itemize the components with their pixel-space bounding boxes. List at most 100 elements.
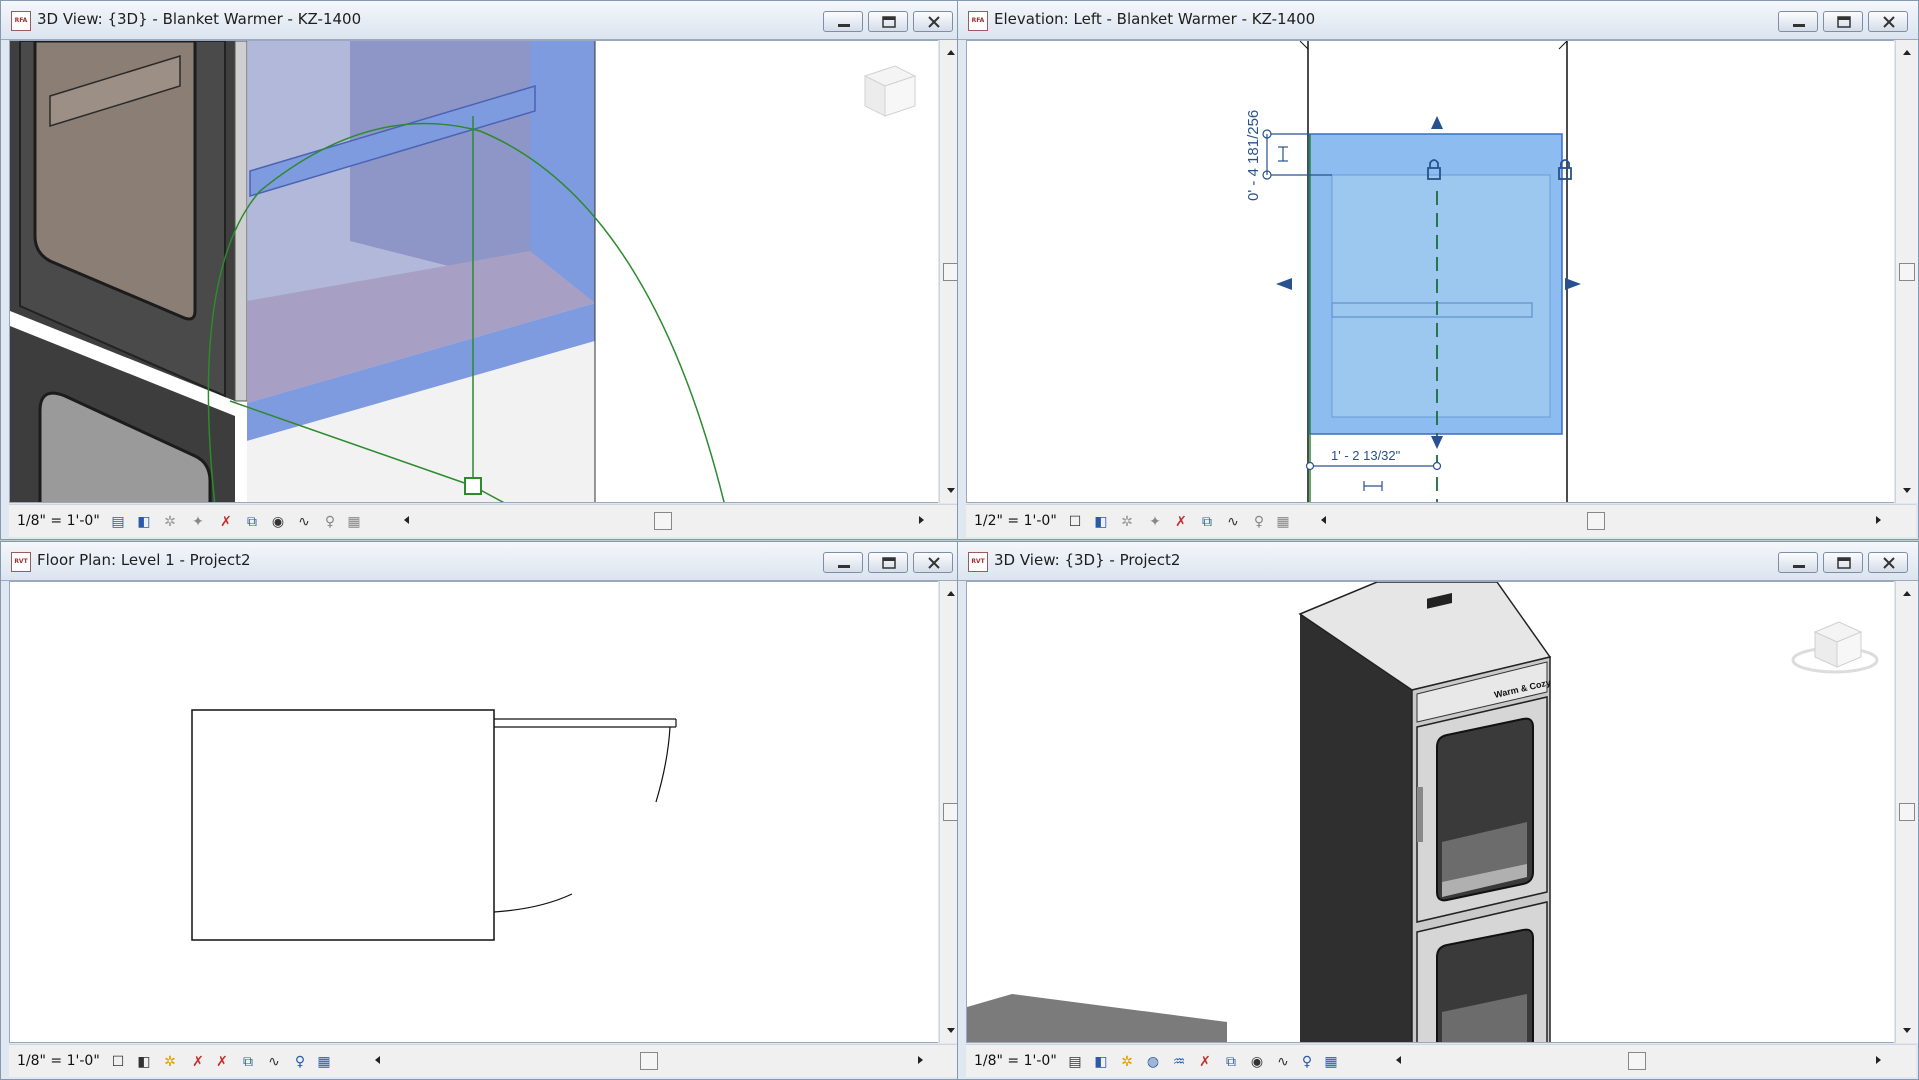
scroll-right-icon[interactable] [918,1056,923,1064]
sun-path-icon[interactable]: ✲ [161,1053,179,1071]
temp-hide-icon[interactable]: ∿ [1224,513,1242,531]
scroll-down-icon[interactable] [947,488,955,493]
restore-button[interactable] [1823,552,1863,573]
window-titlebar[interactable]: RVT Floor Plan: Level 1 - Project2 [1,542,962,581]
shadows-icon[interactable]: ✦ [189,513,207,531]
reveal-hidden-icon[interactable]: ♀ [291,1053,309,1071]
close-button[interactable] [1868,552,1908,573]
detail-level-icon[interactable]: ▤ [109,513,127,531]
lock-view-icon[interactable]: ◉ [269,513,287,531]
view-scale[interactable]: 1/8" = 1'-0" [17,1053,100,1069]
detail-level-icon[interactable]: ☐ [109,1053,127,1071]
view-window-elevation-left[interactable]: RFA Elevation: Left - Blanket Warmer - K… [957,0,1919,540]
scroll-right-icon[interactable] [1876,1056,1881,1064]
vertical-scrollbar[interactable] [1895,40,1918,503]
scroll-right-icon[interactable] [919,516,924,524]
horizontal-scrollbar[interactable] [375,1052,923,1070]
shadows-icon[interactable]: ✦ [1146,513,1164,531]
minimize-button[interactable] [823,11,863,32]
view-scale[interactable]: 1/8" = 1'-0" [974,1053,1057,1069]
sun-path-icon[interactable]: ✲ [1118,513,1136,531]
visual-style-icon[interactable]: ◧ [1092,1053,1110,1071]
scroll-down-icon[interactable] [947,1028,955,1033]
visual-style-icon[interactable]: ◧ [135,513,153,531]
horizontal-scrollbar[interactable] [1396,1052,1881,1070]
minimize-button[interactable] [1778,552,1818,573]
scroll-up-icon[interactable] [947,50,955,55]
sun-path-icon[interactable]: ✲ [161,513,179,531]
close-button[interactable] [1868,11,1908,32]
scroll-left-icon[interactable] [404,516,409,524]
scroll-right-icon[interactable] [1876,516,1881,524]
drawing-area[interactable] [9,40,938,503]
restore-icon [882,557,896,569]
scroll-down-icon[interactable] [1903,1028,1911,1033]
visual-style-icon[interactable]: ◧ [1092,513,1110,531]
window-titlebar[interactable]: RVT 3D View: {3D} - Project2 [958,542,1918,581]
restore-icon [1837,16,1851,28]
scroll-thumb[interactable] [1899,803,1915,821]
crop-view-icon[interactable]: ✗ [217,513,235,531]
sun-path-icon[interactable]: ✲ [1118,1053,1136,1071]
crop-region-icon[interactable]: ⧉ [239,1053,257,1071]
crop-view-icon[interactable]: ✗ [213,1053,231,1071]
scroll-left-icon[interactable] [375,1056,380,1064]
temp-hide-icon[interactable]: ∿ [295,513,313,531]
scroll-thumb[interactable] [1587,512,1605,530]
crop-region-icon[interactable]: ⧉ [1198,513,1216,531]
vertical-scrollbar[interactable] [1895,581,1918,1043]
shadows-icon[interactable]: ♒ [1170,1053,1188,1071]
dimension-vertical: 0' - 4 181/256 [1245,110,1262,201]
close-icon [928,557,940,569]
reveal-hidden-icon[interactable]: ♀ [321,513,339,531]
scroll-down-icon[interactable] [1903,488,1911,493]
close-button[interactable] [913,552,953,573]
view-window-3d-rfa[interactable]: RFA 3D View: {3D} - Blanket Warmer - KZ-… [0,0,963,540]
detail-level-icon[interactable]: ▤ [1066,1053,1084,1071]
lock-view-icon[interactable]: ◉ [1248,1053,1266,1071]
view-window-3d-project[interactable]: RVT 3D View: {3D} - Project2 Warm & Cozy [957,541,1919,1080]
view-control-bar: 1/8" = 1'-0" ▤ ◧ ✲ ◍ ♒ ✗ ⧉ ◉ ∿ ♀ ▦ [966,1044,1916,1077]
view-scale[interactable]: 1/8" = 1'-0" [17,513,100,529]
scroll-up-icon[interactable] [947,591,955,596]
restore-button[interactable] [868,552,908,573]
scroll-thumb[interactable] [1628,1052,1646,1070]
temp-hide-icon[interactable]: ∿ [1274,1053,1292,1071]
reveal-hidden-icon[interactable]: ♀ [1298,1053,1316,1071]
scroll-left-icon[interactable] [1396,1056,1401,1064]
window-titlebar[interactable]: RFA 3D View: {3D} - Blanket Warmer - KZ-… [1,1,962,40]
view-window-floor-plan[interactable]: RVT Floor Plan: Level 1 - Project2 1/8" … [0,541,963,1080]
drawing-area[interactable] [9,581,938,1043]
drawing-area[interactable]: Warm & Cozy [966,581,1894,1043]
scroll-thumb[interactable] [640,1052,658,1070]
restore-button[interactable] [868,11,908,32]
horizontal-scrollbar[interactable] [404,512,924,530]
worksharing-icon[interactable]: ▦ [1274,513,1292,531]
drawing-area[interactable]: 0' - 4 181/256 1' - 2 13/32" [966,40,1894,503]
crop-view-icon[interactable]: ✗ [1196,1053,1214,1071]
crop-region-icon[interactable]: ⧉ [1222,1053,1240,1071]
scroll-left-icon[interactable] [1321,516,1326,524]
window-titlebar[interactable]: RFA Elevation: Left - Blanket Warmer - K… [958,1,1918,40]
worksharing-icon[interactable]: ▦ [345,513,363,531]
render-icon[interactable]: ◍ [1144,1053,1162,1071]
scroll-up-icon[interactable] [1903,50,1911,55]
close-button[interactable] [913,11,953,32]
horizontal-scrollbar[interactable] [1321,512,1881,530]
restore-button[interactable] [1823,11,1863,32]
detail-level-icon[interactable]: ☐ [1066,513,1084,531]
minimize-button[interactable] [823,552,863,573]
shadows-icon[interactable]: ✗ [189,1053,207,1071]
crop-view-icon[interactable]: ✗ [1172,513,1190,531]
worksharing-icon[interactable]: ▦ [315,1053,333,1071]
view-scale[interactable]: 1/2" = 1'-0" [974,513,1057,529]
minimize-button[interactable] [1778,11,1818,32]
worksharing-icon[interactable]: ▦ [1322,1053,1340,1071]
scroll-thumb[interactable] [1899,262,1915,281]
crop-region-icon[interactable]: ⧉ [243,513,261,531]
scroll-thumb[interactable] [654,512,672,530]
visual-style-icon[interactable]: ◧ [135,1053,153,1071]
temp-hide-icon[interactable]: ∿ [265,1053,283,1071]
scroll-up-icon[interactable] [1903,591,1911,596]
reveal-hidden-icon[interactable]: ♀ [1250,513,1268,531]
